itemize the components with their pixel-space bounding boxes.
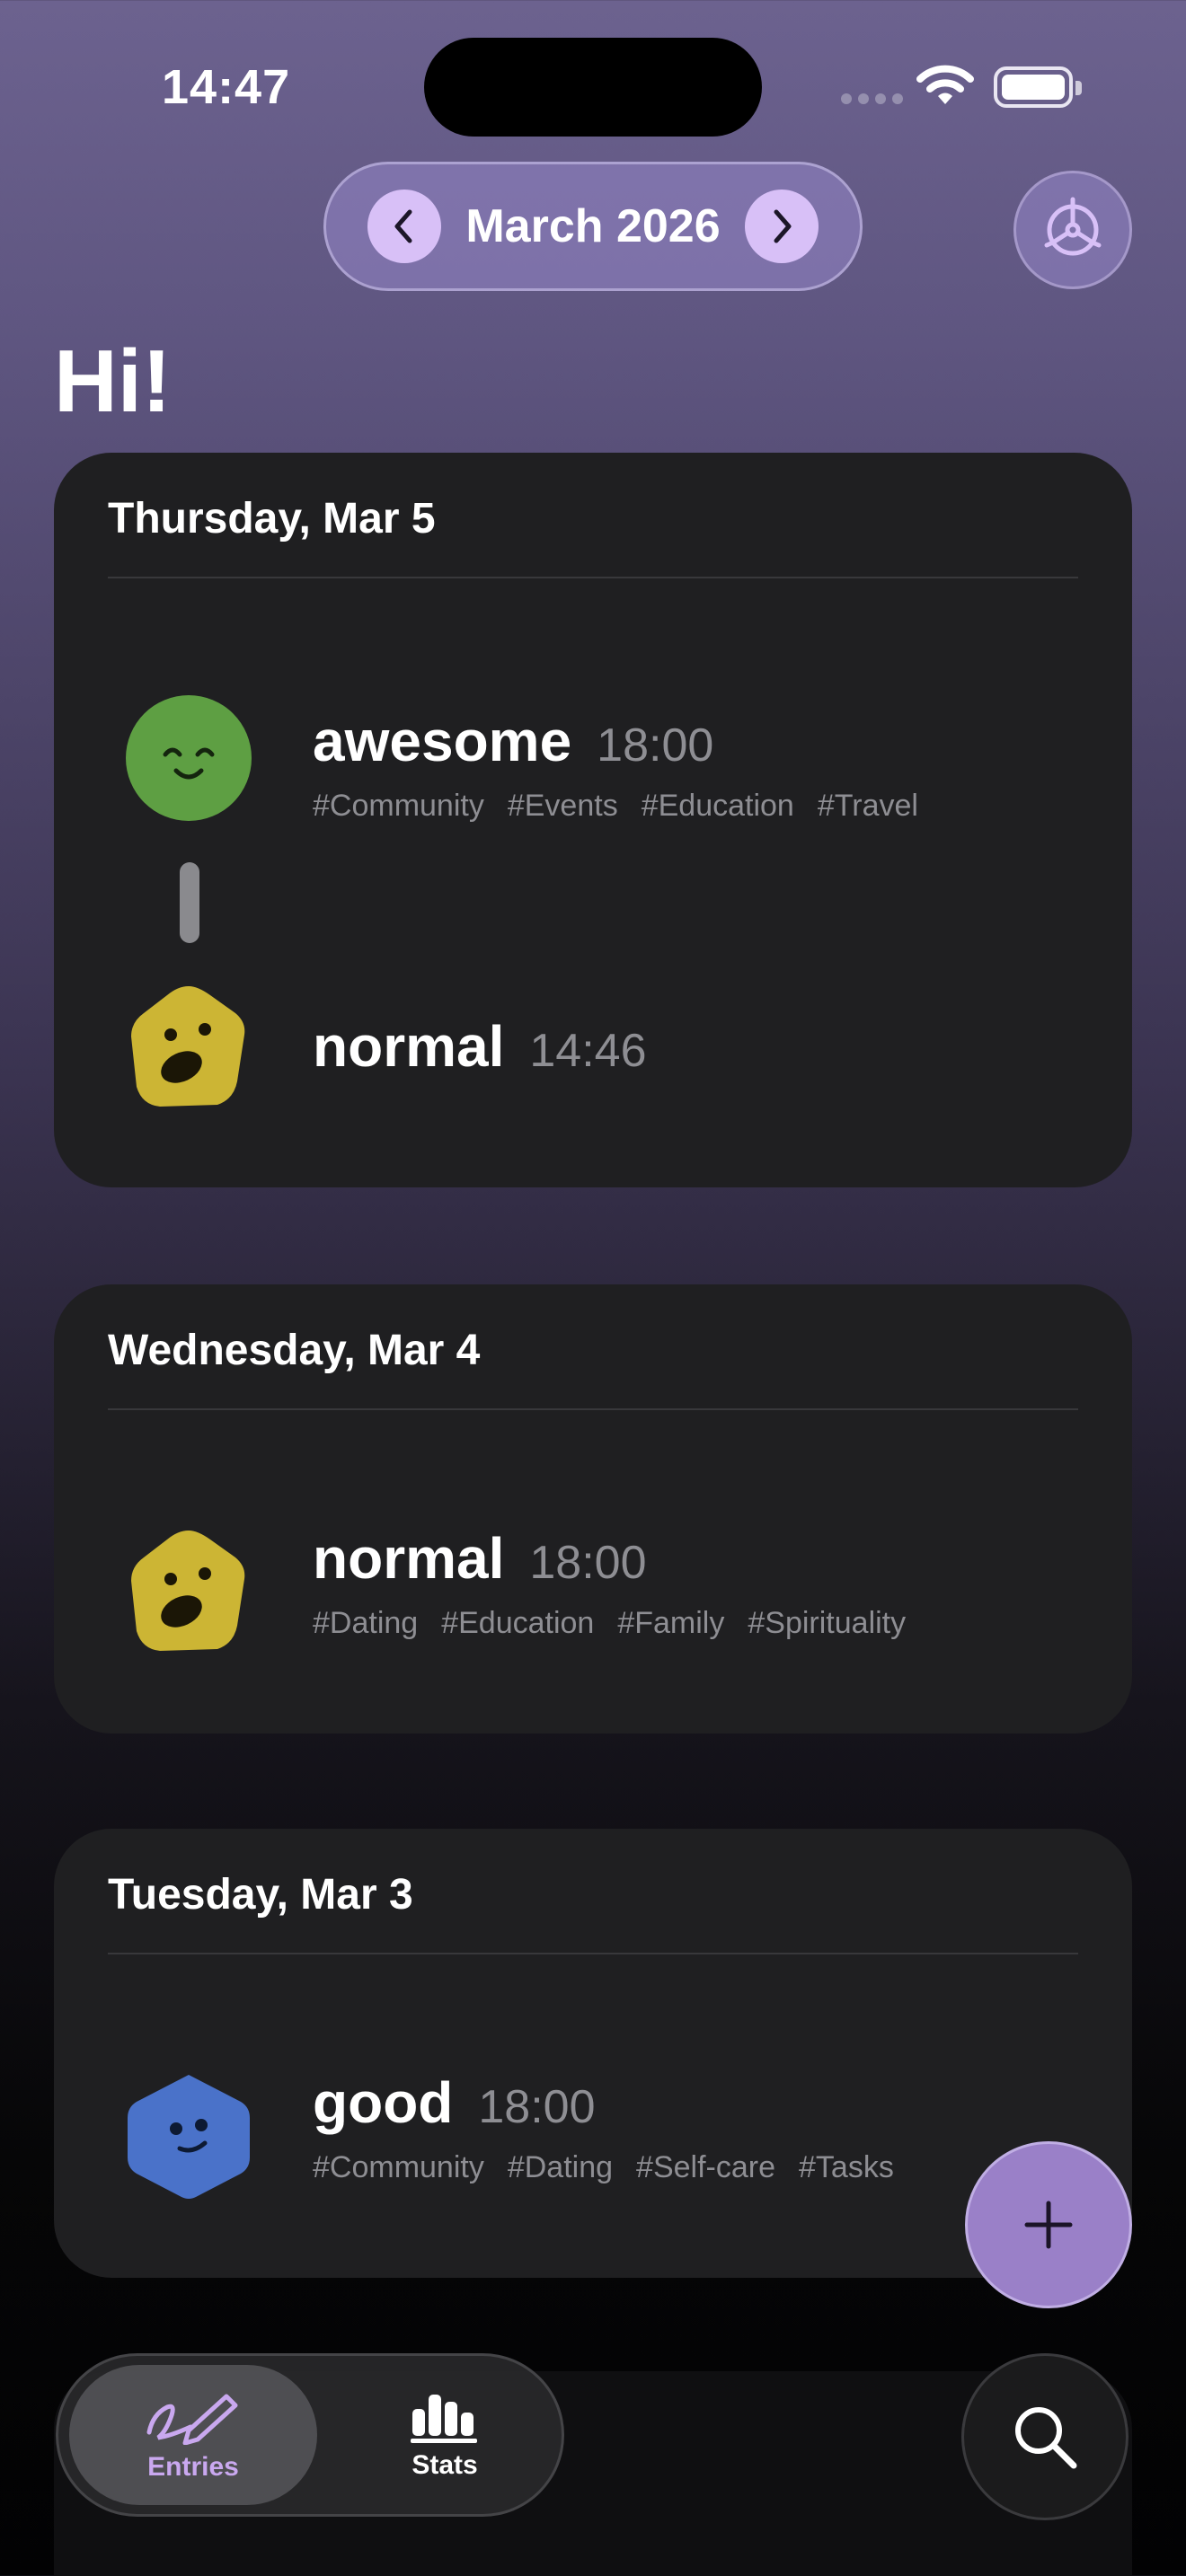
tab-stats[interactable]: Stats [355,2365,535,2505]
dynamic-island [424,38,762,137]
status-time: 14:47 [162,60,291,114]
mood-name: awesome [313,709,572,773]
cellular-signal-icon [841,93,903,104]
tag: #Education [441,1606,595,1640]
tag: #Family [617,1606,725,1640]
plus-icon [1024,2201,1073,2249]
month-label: March 2026 [465,200,721,252]
awesome-face-icon [126,695,252,821]
gear-icon [1044,197,1102,256]
good-face-icon [128,2075,250,2199]
month-selector: March 2026 [323,162,863,291]
mood-entry[interactable]: awesome 18:00 #Community #Events #Educat… [54,693,1132,837]
entry-time: 14:46 [529,1025,647,1077]
chevron-right-icon [774,209,792,243]
wifi-icon [916,63,974,112]
tab-entries-label: Entries [147,2452,239,2482]
entry-time: 18:00 [529,1537,647,1589]
divider [108,1408,1078,1410]
tag: #Events [507,789,618,823]
day-date: Wednesday, Mar 4 [108,1327,481,1374]
day-date: Thursday, Mar 5 [108,495,436,543]
greeting-title: Hi! [54,331,172,430]
tag: #Spirituality [748,1606,907,1640]
mood-name: good [313,2070,454,2135]
next-month-button[interactable] [744,190,819,263]
divider [108,1953,1078,1954]
mood-entry[interactable]: normal 14:46 [54,983,1132,1117]
add-entry-button[interactable] [965,2141,1132,2308]
tag: #Self-care [636,2150,776,2184]
mood-name: normal [313,1526,505,1591]
settings-button[interactable] [1013,171,1132,289]
search-icon [1015,2407,1077,2469]
day-card: Thursday, Mar 5 awesome 18:00 #Community… [54,453,1132,1187]
chevron-left-icon [394,209,412,243]
entry-connector [180,862,199,943]
tab-stats-label: Stats [412,2450,478,2480]
tag: #Travel [817,789,918,823]
tab-bar: Entries Stats [56,2353,564,2517]
pencil-scribble-icon [146,2394,238,2445]
normal-face-icon [131,986,245,1107]
battery-icon [994,66,1082,108]
previous-month-button[interactable] [367,190,441,263]
tab-entries[interactable]: Entries [69,2365,317,2505]
tag: #Dating [313,1606,419,1640]
mood-name: normal [313,1014,505,1079]
tag: #Education [641,789,794,823]
search-button[interactable] [961,2353,1128,2520]
bar-chart-icon [411,2395,477,2443]
day-card: Wednesday, Mar 4 normal 18:00 #Dating #E… [54,1284,1132,1734]
tag: #Community [313,2150,484,2184]
entry-time: 18:00 [478,2081,596,2133]
mood-entry[interactable]: good 18:00 #Community #Dating #Self-care… [54,2069,1132,2213]
tag: #Community [313,789,484,823]
tag: #Dating [507,2150,614,2184]
day-date: Tuesday, Mar 3 [108,1871,413,1919]
tag: #Tasks [799,2150,894,2184]
mood-entry[interactable]: normal 18:00 #Dating #Education #Family … [54,1525,1132,1669]
divider [108,577,1078,578]
normal-face-icon [131,1531,245,1651]
entry-time: 18:00 [597,719,714,772]
